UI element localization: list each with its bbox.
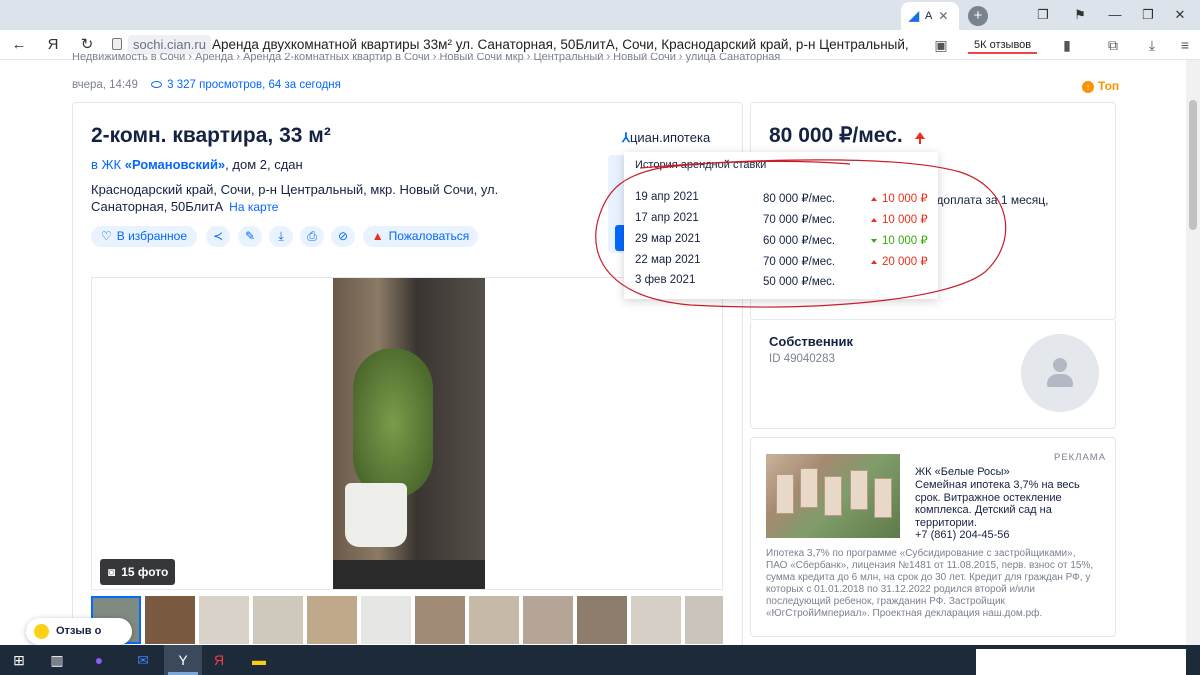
alice-icon[interactable]: ● — [88, 649, 110, 671]
file-explorer-icon[interactable]: ▬ — [248, 649, 270, 671]
yandex-browser-icon[interactable]: Y — [172, 649, 194, 671]
task-view-icon[interactable]: ▥ — [46, 649, 68, 671]
mail-icon[interactable]: ✉ — [132, 649, 154, 671]
red-annotation-circle — [595, 159, 1007, 308]
taskbar-tray-area — [976, 649, 1186, 675]
feedback-widget[interactable]: Отзыв о сайте — [26, 618, 132, 664]
smile-icon — [34, 624, 49, 639]
scrollbar[interactable] — [1186, 60, 1200, 645]
scrollbar-thumb[interactable] — [1189, 100, 1197, 230]
windows-start-icon[interactable]: ⊞ — [8, 649, 30, 671]
yandex-app-icon[interactable]: Я — [208, 649, 230, 671]
